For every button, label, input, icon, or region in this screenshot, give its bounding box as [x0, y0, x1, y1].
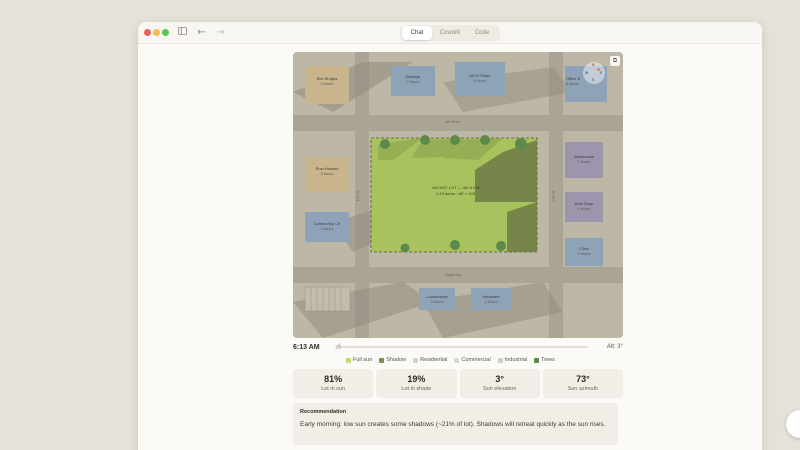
building-label: Mt St Tower 8 floors	[469, 73, 491, 83]
tab-code[interactable]: Code	[467, 26, 497, 40]
legend-item-industrial: Industrial	[497, 356, 527, 364]
vacant-lot-label: VACANT LOT — 4th & Elm 0.19 acres · 80' …	[431, 185, 481, 196]
building-label: Laundromat 3 floors	[426, 294, 448, 304]
minimize-window-button[interactable]	[153, 29, 160, 36]
stat-card-lot-in-sun: 81% Lot in sun	[293, 369, 374, 398]
stat-card-sun-azimuth: 73° Sun azimuth	[542, 369, 623, 398]
mouse-cursor-icon[interactable]: ☝	[336, 342, 343, 351]
time-readout: 6:13 AM	[293, 344, 320, 351]
sun-shadow-map[interactable]: Elm St Apts 4 floors Bodega 2 floors Mt St…	[293, 52, 623, 338]
floating-action-button[interactable]	[786, 410, 800, 438]
building-label: Warehouse 2 floors	[573, 154, 595, 164]
forward-arrow-icon[interactable]: →	[214, 26, 227, 39]
maximize-window-button[interactable]	[162, 29, 169, 36]
building-label: Clinic 4 floors	[577, 246, 591, 256]
legend-item-shadow: Shadow	[379, 356, 406, 364]
mode-tabs: Chat Cowork Code	[400, 25, 500, 41]
tree	[420, 135, 430, 145]
tree	[400, 243, 410, 253]
legend-item-residential: Residential	[413, 356, 447, 364]
recommendation-body: Early morning: low sun creates some shad…	[300, 421, 606, 428]
street-label-maple: Maple Ave	[445, 273, 462, 277]
building-label: Elm St Apts 4 floors	[316, 76, 338, 86]
tree	[515, 138, 527, 150]
altitude-readout: Alt: 3°	[606, 344, 623, 350]
sun-direction-icon	[597, 68, 600, 71]
sidebar-toggle-icon[interactable]	[176, 26, 189, 39]
close-window-button[interactable]	[144, 29, 151, 36]
stat-card-sun-elevation: 3° Sun elevation	[459, 369, 540, 398]
building-label: Auto Shop 1 floors	[574, 201, 594, 211]
app-window: ← → Chat Cowork Code Elm St Apts 4 floor…	[138, 22, 762, 450]
building-label: Bodega 2 floors	[406, 74, 420, 84]
recommendation-title: Recommendation	[300, 409, 347, 415]
time-slider-track[interactable]	[335, 346, 588, 348]
legend-item-commercial: Commercial	[454, 356, 491, 364]
tree	[450, 240, 460, 250]
tree	[450, 135, 460, 145]
legend-item-trees: Trees	[534, 356, 555, 364]
tab-chat[interactable]: Chat	[402, 26, 432, 40]
legend-item-full-sun: Full sun	[346, 356, 372, 364]
building-label: Row Houses 3 floors	[315, 166, 339, 176]
tree	[380, 139, 390, 149]
stats-row: 81% Lot in sun 19% Lot in shade 3° Sun e…	[293, 369, 623, 398]
street-label-oak: Oak St	[551, 190, 556, 202]
copy-icon[interactable]: ⧉	[610, 56, 620, 66]
tab-cowork[interactable]: Cowork	[435, 26, 465, 40]
building-label: Hardware 2 floors	[482, 294, 500, 304]
compass-rose: N E S W	[583, 62, 605, 84]
building-label: Community Ctr 2 floors	[313, 221, 341, 231]
map-legend: Full sun Shadow Residential Commercial I…	[346, 356, 555, 364]
recommendation-card: Recommendation Early morning: low sun cr…	[293, 403, 618, 445]
tree	[480, 135, 490, 145]
stat-card-lot-in-shade: 19% Lot in shade	[376, 369, 457, 398]
back-arrow-icon[interactable]: ←	[195, 26, 208, 39]
street-label-elm: Elm St	[356, 190, 361, 202]
parking-lot	[304, 286, 351, 312]
tree	[496, 241, 506, 251]
title-bar: ← → Chat Cowork Code	[138, 22, 762, 44]
street-label-4th: 4th Street	[445, 120, 461, 124]
